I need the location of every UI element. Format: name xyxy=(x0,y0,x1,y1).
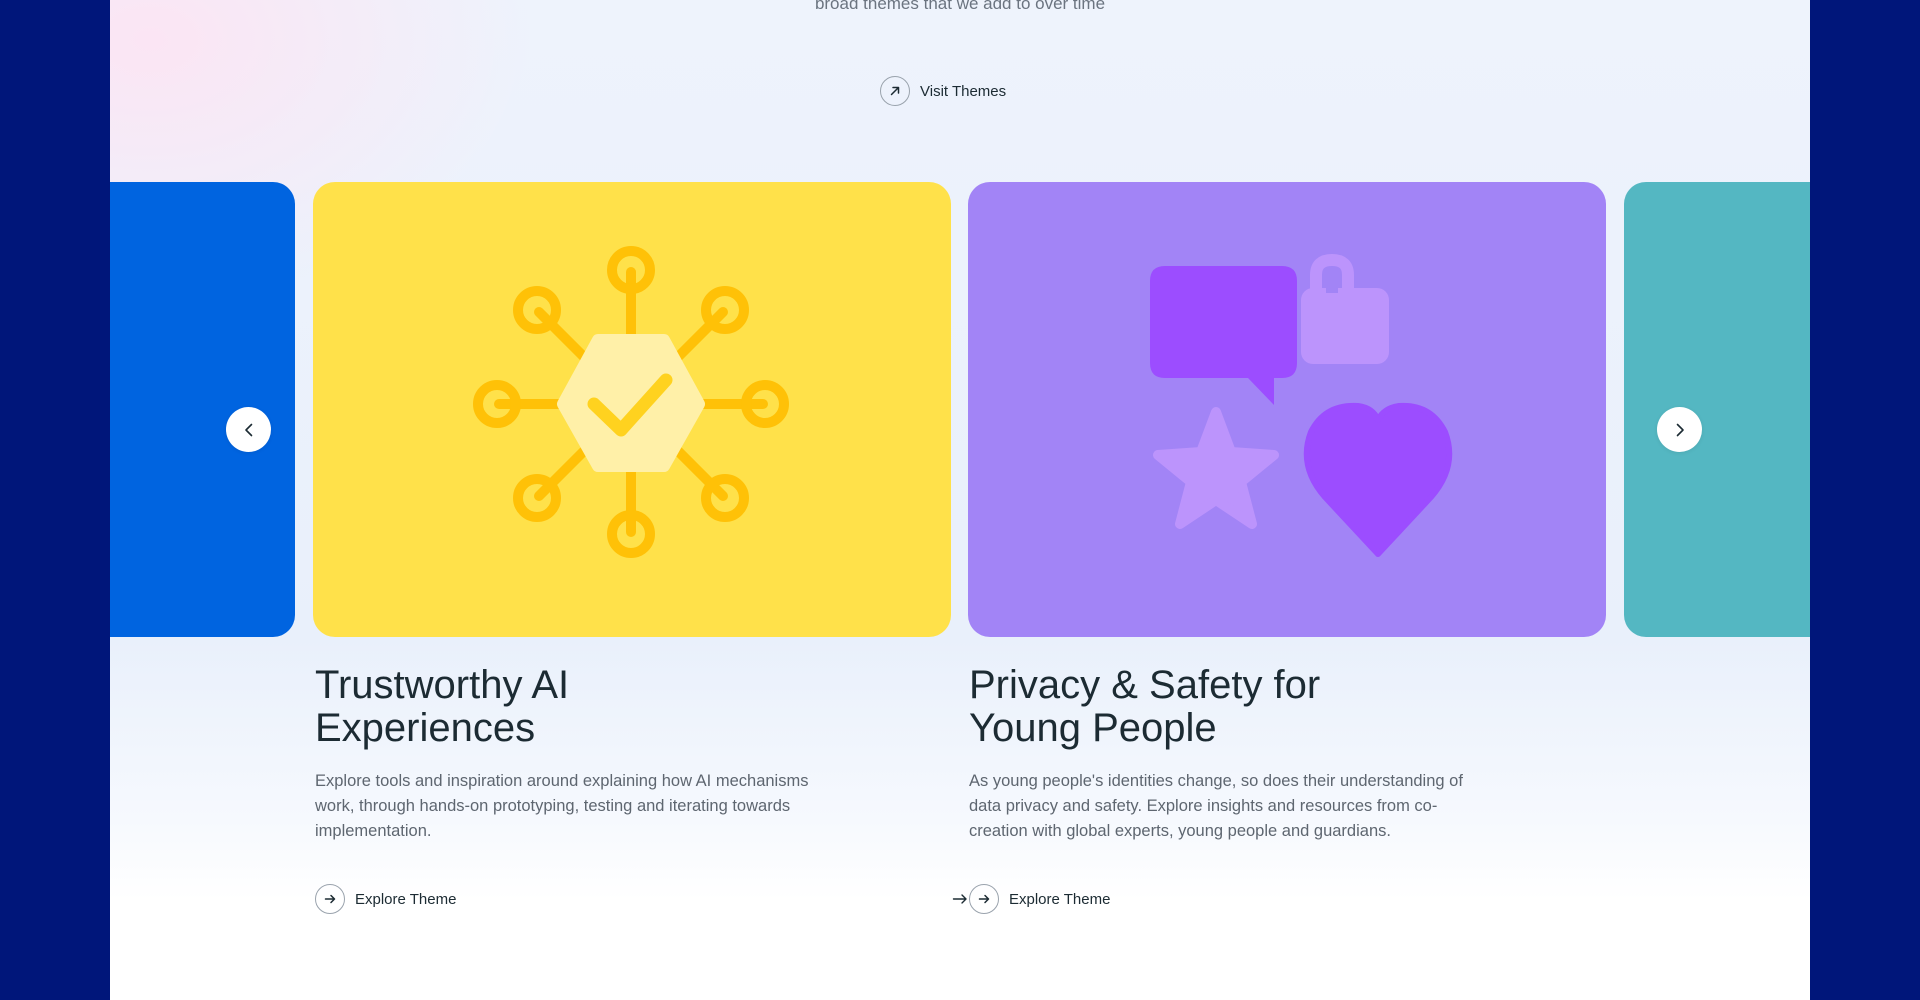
arrow-right-icon xyxy=(315,884,345,914)
explore-theme-link-trustworthy-ai[interactable]: Explore Theme xyxy=(315,884,456,914)
visit-themes-link[interactable]: Visit Themes xyxy=(880,76,1006,106)
arrow-right-icon xyxy=(952,894,967,904)
theme-title-line: Experiences xyxy=(315,706,536,750)
explore-theme-label: Explore Theme xyxy=(355,890,457,908)
theme-title-line: Young People xyxy=(969,706,1217,750)
visit-themes-label: Visit Themes xyxy=(920,82,1007,100)
chevron-right-icon xyxy=(1676,423,1684,436)
carousel-card-previous[interactable] xyxy=(110,182,295,637)
explore-theme-label: Explore Theme xyxy=(1009,890,1111,908)
theme-title-trustworthy-ai: Trustworthy AI Experiences xyxy=(315,664,875,750)
intro-text: broad themes that we add to over time xyxy=(814,0,1106,13)
carousel-card-next[interactable] xyxy=(1624,182,1810,637)
carousel-next-button[interactable] xyxy=(1657,407,1702,452)
theme-description-privacy-safety: As young people's identities change, so … xyxy=(969,772,1463,840)
network-check-icon xyxy=(473,246,789,558)
arrow-up-right-icon xyxy=(880,76,910,106)
page-container: broad themes that we add to over time Vi… xyxy=(110,0,1810,1000)
explore-theme-link-privacy-safety[interactable]: Explore Theme xyxy=(969,884,1110,914)
carousel-prev-button[interactable] xyxy=(226,407,271,452)
carousel-card-privacy-safety[interactable] xyxy=(968,182,1606,637)
chat-lock-star-heart-icon xyxy=(1150,253,1453,557)
theme-description-trustworthy-ai: Explore tools and inspiration around exp… xyxy=(315,772,809,840)
chevron-left-icon xyxy=(244,423,252,436)
theme-title-line: Trustworthy AI xyxy=(315,663,570,707)
theme-title-line: Privacy & Safety for xyxy=(969,663,1321,707)
theme-title-privacy-safety: Privacy & Safety for Young People xyxy=(969,664,1529,750)
carousel-card-trustworthy-ai[interactable] xyxy=(313,182,951,637)
arrow-right-icon xyxy=(969,884,999,914)
